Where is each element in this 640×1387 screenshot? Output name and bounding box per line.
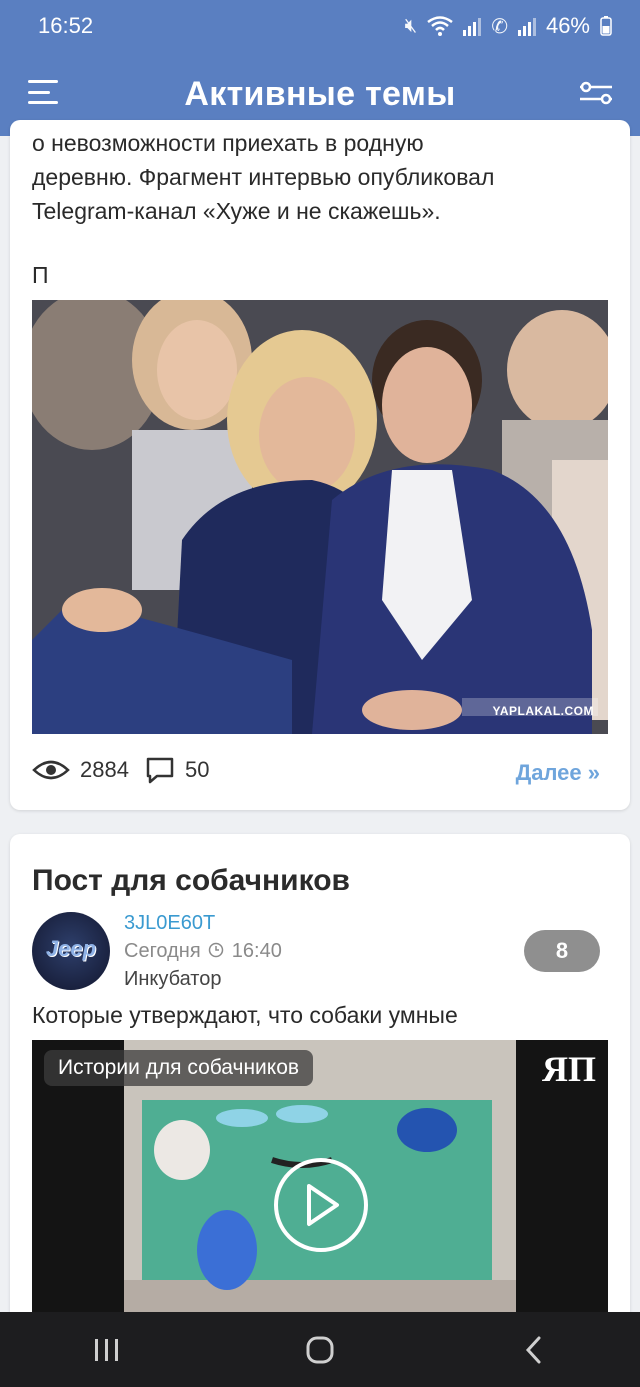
back-icon bbox=[526, 1336, 541, 1363]
recent-apps-button[interactable] bbox=[77, 1325, 137, 1375]
hamburger-icon[interactable] bbox=[28, 80, 58, 104]
page-title: Активные темы bbox=[184, 74, 456, 113]
avatar-logo: Jeep bbox=[45, 936, 97, 961]
eye-icon bbox=[32, 760, 70, 780]
video-logo: ЯП bbox=[542, 1049, 596, 1089]
comment-icon bbox=[146, 757, 174, 784]
comments-badge[interactable]: 8 bbox=[524, 930, 600, 972]
signal-icon bbox=[463, 18, 482, 36]
status-time: 16:52 bbox=[38, 13, 94, 38]
image-watermark: YAPLAKAL.COM bbox=[492, 704, 594, 718]
post-text-line: о невозможности приехать в родную bbox=[32, 130, 424, 156]
mute-icon: 🔇︎ bbox=[404, 14, 418, 37]
more-link[interactable]: Далее » bbox=[516, 760, 600, 786]
status-icons: 🔇︎ ✆ 46% bbox=[405, 13, 612, 39]
post-text-line: Telegram-канал «Хуже и не скажешь». bbox=[32, 198, 441, 224]
video-caption: Истории для собачников bbox=[44, 1050, 314, 1086]
back-button[interactable] bbox=[503, 1325, 563, 1375]
video-player[interactable]: Истории для собачников ЯП bbox=[32, 1040, 608, 1330]
call-icon: ✆ bbox=[491, 15, 508, 38]
clock-icon bbox=[208, 942, 224, 958]
battery-percent: 46% bbox=[545, 13, 590, 38]
wifi-icon bbox=[427, 16, 453, 36]
post-image[interactable]: YAPLAKAL.COM bbox=[32, 300, 608, 734]
home-button[interactable] bbox=[290, 1325, 350, 1375]
views-counter: 2884 bbox=[32, 757, 129, 783]
date-label: Сегодня bbox=[124, 940, 201, 962]
play-icon[interactable] bbox=[274, 1158, 368, 1252]
post-date: Сегодня 16:40 bbox=[124, 940, 282, 963]
home-icon bbox=[306, 1336, 334, 1363]
post-card[interactable]: Пост для собачников Jeep 3JL0E60T Сегодн… bbox=[10, 834, 630, 1387]
filter-icon[interactable] bbox=[578, 78, 614, 108]
status-bar: 16:52 🔇︎ ✆ 46% bbox=[0, 0, 640, 52]
post-text-line: деревню. Фрагмент интервью опубликовал bbox=[32, 164, 495, 190]
post-text: Которые утверждают, что собаки умные bbox=[32, 1002, 458, 1028]
post-section[interactable]: Инкубатор bbox=[124, 968, 221, 991]
views-count: 2884 bbox=[80, 757, 129, 782]
post-title[interactable]: Пост для собачников bbox=[32, 864, 350, 898]
post-card[interactable]: о невозможности приехать в родную деревн… bbox=[10, 120, 630, 810]
signal-2-icon bbox=[517, 18, 536, 36]
recent-apps-icon bbox=[94, 1338, 118, 1361]
post-time: 16:40 bbox=[231, 940, 282, 962]
post-stats: 2884 50 bbox=[32, 756, 215, 784]
author-name[interactable]: 3JL0E60T bbox=[124, 912, 215, 935]
avatar[interactable]: Jeep bbox=[32, 912, 110, 990]
comments-counter[interactable]: 50 bbox=[145, 756, 209, 784]
post-text: о невозможности приехать в родную деревн… bbox=[32, 126, 610, 228]
battery-icon bbox=[600, 16, 612, 36]
comments-count: 50 bbox=[184, 757, 210, 782]
post-trailing-text: П bbox=[32, 262, 49, 288]
system-nav-bar bbox=[0, 1312, 640, 1387]
